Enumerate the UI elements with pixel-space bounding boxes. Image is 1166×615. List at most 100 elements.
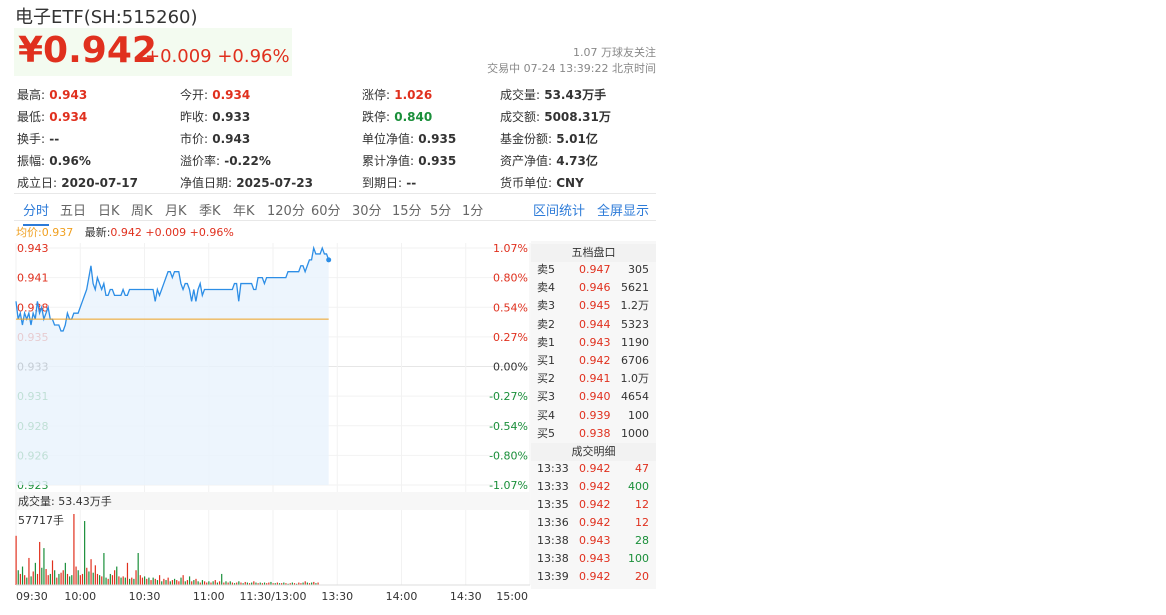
stat-1-1: 昨收: 0.933 xyxy=(180,108,250,125)
volume-bar xyxy=(221,573,223,585)
x-tick-label: 13:30 xyxy=(321,590,353,603)
orderbook-price: 0.943 xyxy=(579,335,611,349)
trade-row: 13:38 0.943 28 xyxy=(531,532,656,550)
stat-value: 1.026 xyxy=(390,88,433,102)
volume-bar xyxy=(32,571,34,585)
orderbook-volume: 6706 xyxy=(621,354,649,367)
volume-bar xyxy=(17,570,19,585)
stat-label: 成交额: xyxy=(500,110,541,124)
pct-tick-label: 1.07% xyxy=(493,242,528,255)
trade-price: 0.942 xyxy=(579,462,611,475)
volume-bar xyxy=(171,580,174,585)
volume-bar xyxy=(152,577,154,585)
stat-value: 0.934 xyxy=(208,88,251,102)
orderbook-side-label: 买5 xyxy=(537,426,555,440)
price-tick-label: 0.943 xyxy=(17,242,49,255)
trades-title: 成交明细 xyxy=(531,443,656,461)
volume-bar xyxy=(58,573,60,585)
volume-bar xyxy=(51,560,54,585)
trade-time: 13:36 xyxy=(537,516,569,529)
volume-bar xyxy=(203,581,206,585)
stat-label: 振幅: xyxy=(17,154,46,168)
volume-bar xyxy=(62,570,64,585)
volume-bar xyxy=(47,575,49,585)
volume-bar xyxy=(69,576,71,585)
volume-bar xyxy=(99,575,101,585)
trade-volume: 20 xyxy=(635,570,649,583)
volume-bar xyxy=(225,581,227,585)
volume-bar xyxy=(253,581,255,585)
volume-bar xyxy=(54,570,56,585)
orderbook-price: 0.939 xyxy=(579,408,611,422)
volume-bar xyxy=(71,575,73,585)
trade-row: 13:39 0.942 20 xyxy=(531,568,656,586)
orderbook-volume: 305 xyxy=(628,263,649,276)
trade-price: 0.942 xyxy=(579,498,611,511)
orderbook-price: 0.944 xyxy=(579,317,611,331)
volume-bar xyxy=(165,580,167,585)
volume-bar xyxy=(212,581,214,585)
x-tick-label: 10:30 xyxy=(129,590,161,603)
stat-4-2: 到期日: -- xyxy=(362,174,416,191)
volume-bar xyxy=(75,566,77,585)
stat-label: 净值日期: xyxy=(180,176,233,190)
volume-bar xyxy=(133,578,135,585)
volume-bar xyxy=(180,577,182,585)
orderbook-row: 买5 0.938 1000 xyxy=(531,425,656,443)
volume-bar xyxy=(116,566,118,585)
trade-row: 13:35 0.942 12 xyxy=(531,496,656,514)
orderbook-side-label: 买2 xyxy=(537,372,555,386)
volume-bar xyxy=(79,575,81,585)
volume-bar xyxy=(36,573,39,585)
volume-bar xyxy=(131,577,133,585)
orderbook-volume: 1.0万 xyxy=(620,372,650,386)
orderbook-price: 0.945 xyxy=(579,299,611,313)
stat-value: 2025-07-23 xyxy=(232,176,313,190)
orderbook-price: 0.938 xyxy=(579,426,611,440)
stat-value: 5008.31万 xyxy=(540,110,611,124)
orderbook-volume: 100 xyxy=(628,408,649,422)
volume-bar xyxy=(88,571,90,585)
stat-value: 0.943 xyxy=(45,88,88,102)
orderbook-volume: 1.2万 xyxy=(620,299,650,313)
stat-value: 0.943 xyxy=(208,132,251,146)
price-tick-label: 0.941 xyxy=(17,272,49,285)
stat-label: 市价: xyxy=(180,132,209,146)
trade-volume: 12 xyxy=(635,516,649,529)
stat-label: 单位净值: xyxy=(362,132,415,146)
volume-bar xyxy=(178,581,180,585)
orderbook-price: 0.941 xyxy=(579,372,611,386)
stat-2-2: 单位净值: 0.935 xyxy=(362,130,456,147)
volume-bar xyxy=(163,578,165,585)
trade-row: 13:33 0.942 400 xyxy=(531,478,656,496)
volume-bar xyxy=(30,576,32,585)
trade-time: 13:33 xyxy=(537,462,569,475)
volume-bar xyxy=(167,577,169,585)
volume-bar xyxy=(24,575,26,585)
volume-bar xyxy=(139,575,141,585)
volume-bar xyxy=(214,580,216,585)
stat-label: 货币单位: xyxy=(500,176,553,190)
stat-3-0: 振幅: 0.96% xyxy=(17,152,91,169)
stat-2-3: 基金份额: 5.01亿 xyxy=(500,130,598,147)
volume-bar xyxy=(41,567,43,585)
pct-tick-label: -0.80% xyxy=(489,449,528,462)
stat-value: 2020-07-17 xyxy=(57,176,138,190)
stat-label: 溢价率: xyxy=(180,154,221,168)
trade-price: 0.943 xyxy=(579,534,611,547)
volume-bar xyxy=(186,580,189,585)
stat-value: 0.96% xyxy=(45,154,91,168)
volume-bar xyxy=(176,580,178,585)
pct-tick-label: 0.27% xyxy=(493,331,528,344)
volume-bar xyxy=(137,553,139,585)
x-tick-label: 11:00 xyxy=(193,590,225,603)
volume-bar xyxy=(191,581,193,585)
stat-value: 0.935 xyxy=(414,132,457,146)
volume-bar xyxy=(195,578,197,585)
stat-3-3: 资产净值: 4.73亿 xyxy=(500,152,598,169)
volume-bar xyxy=(158,575,161,585)
stat-value: CNY xyxy=(552,176,584,190)
trade-row: 13:36 0.942 12 xyxy=(531,514,656,532)
x-tick-label: 15:00 xyxy=(496,590,528,603)
orderbook-volume: 1000 xyxy=(621,426,649,440)
